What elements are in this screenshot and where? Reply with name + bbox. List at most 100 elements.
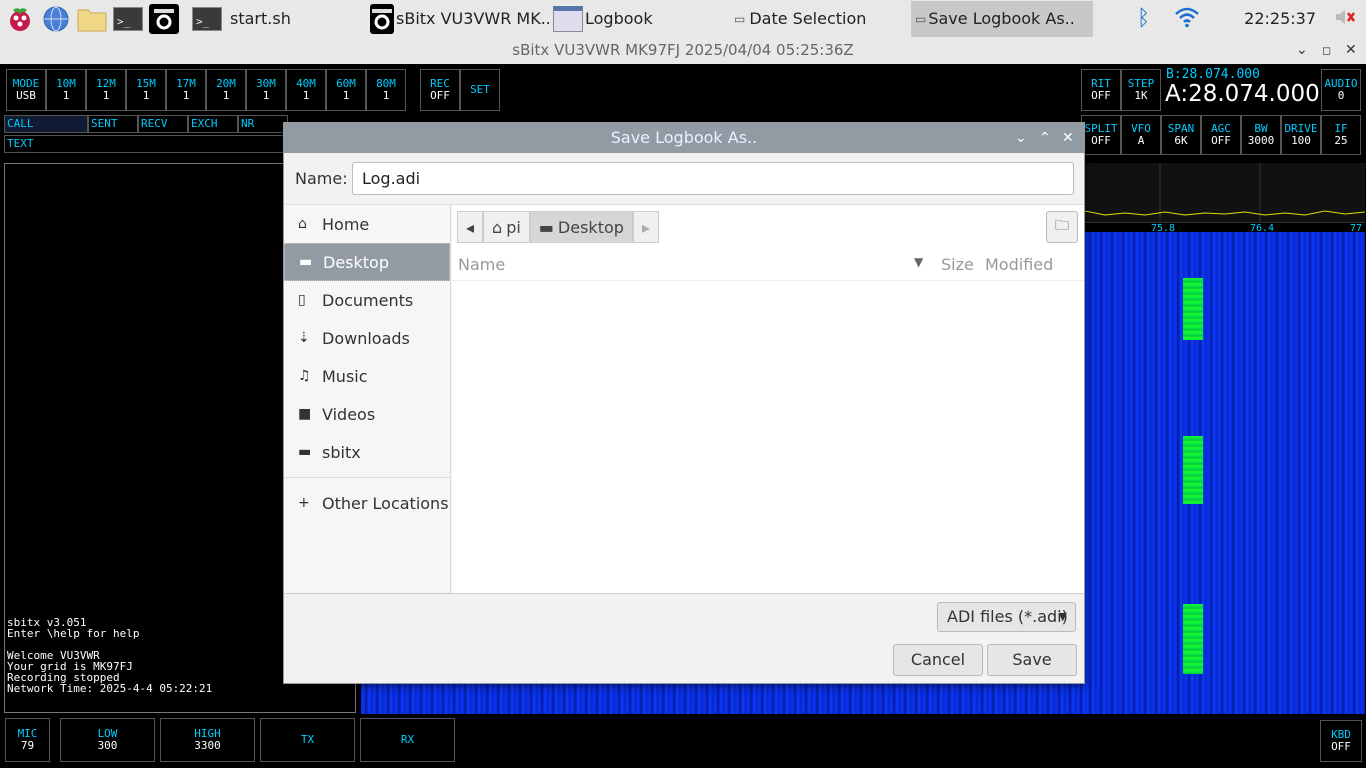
- rit-button[interactable]: RIT OFF: [1081, 69, 1121, 111]
- waterfall-display-lower[interactable]: [361, 684, 1085, 714]
- kbd-value: OFF: [1331, 740, 1351, 753]
- path-back-button[interactable]: ◂: [457, 211, 484, 243]
- wifi-icon[interactable]: [1174, 6, 1200, 32]
- maximize-icon[interactable]: ◻: [1322, 37, 1331, 64]
- button-value: 1: [302, 89, 310, 102]
- button-value: USB: [16, 89, 36, 102]
- task-sbitx[interactable]: sBitx VU3VWR MK...: [366, 1, 549, 37]
- terminal-launcher-icon[interactable]: >_: [112, 4, 144, 34]
- place-label: Downloads: [322, 328, 410, 348]
- sbitx-icon: [370, 3, 394, 34]
- nr-field[interactable]: NR: [238, 115, 288, 133]
- call-field[interactable]: CALL: [4, 115, 88, 133]
- waterfall-display[interactable]: [1085, 232, 1365, 714]
- sbitx-launcher-icon[interactable]: [148, 3, 180, 34]
- task-label: sBitx VU3VWR MK...: [396, 9, 549, 28]
- column-size[interactable]: Size: [941, 255, 974, 274]
- band-button-40m[interactable]: 40M 1: [286, 69, 326, 111]
- control-button-high[interactable]: HIGH 3300: [160, 718, 255, 762]
- band-button-17m[interactable]: 17M 1: [166, 69, 206, 111]
- place-label: Videos: [322, 404, 376, 424]
- path-crumb-pi[interactable]: ⌂ pi: [483, 211, 530, 243]
- control-button-rx[interactable]: RX: [360, 718, 455, 762]
- band-button-15m[interactable]: 15M 1: [126, 69, 166, 111]
- sent-label: SENT: [91, 117, 118, 130]
- control-button-tx[interactable]: TX: [260, 718, 355, 762]
- control-button-span[interactable]: SPAN 6K: [1161, 115, 1201, 155]
- volume-muted-icon[interactable]: [1334, 7, 1356, 31]
- control-button-mic[interactable]: MIC 79: [5, 718, 50, 762]
- task-date-selection[interactable]: ▭ Date Selection: [730, 1, 911, 37]
- dialog-close-icon[interactable]: ✕: [1062, 123, 1074, 153]
- task-label: Save Logbook As..: [928, 9, 1075, 28]
- task-logbook[interactable]: Logbook: [549, 1, 730, 37]
- place-music[interactable]: ♫ Music: [284, 357, 450, 395]
- place-documents[interactable]: ▯ Documents: [284, 281, 450, 319]
- band-button-30m[interactable]: 30M 1: [246, 69, 286, 111]
- spectrum-display[interactable]: [1084, 163, 1366, 223]
- cancel-button[interactable]: Cancel: [893, 644, 983, 676]
- place-desktop[interactable]: ▬ Desktop: [284, 243, 450, 281]
- control-button-split[interactable]: SPLIT OFF: [1081, 115, 1121, 155]
- step-button[interactable]: STEP 1K: [1121, 69, 1161, 111]
- file-manager-icon[interactable]: [76, 4, 108, 34]
- band-button-60m[interactable]: 60M 1: [326, 69, 366, 111]
- band-button-12m[interactable]: 12M 1: [86, 69, 126, 111]
- chevron-left-icon: ◂: [466, 217, 475, 237]
- path-crumb-desktop[interactable]: ▬ Desktop: [529, 211, 633, 243]
- close-icon[interactable]: ✕: [1345, 37, 1357, 64]
- task-save-logbook[interactable]: ▭ Save Logbook As..: [911, 0, 1093, 37]
- place-downloads[interactable]: ⇣ Downloads: [284, 319, 450, 357]
- place-label: sbitx: [322, 442, 361, 462]
- band-button-10m[interactable]: 10M 1: [46, 69, 86, 111]
- task-start-sh[interactable]: >_ start.sh: [188, 1, 366, 37]
- minimize-icon[interactable]: ⌄: [1296, 37, 1308, 64]
- dialog-maximize-icon[interactable]: ⌃: [1039, 123, 1051, 153]
- path-forward-button[interactable]: ▸: [632, 211, 659, 243]
- step-value: 1K: [1134, 89, 1148, 102]
- create-folder-button[interactable]: 🗀: [1046, 211, 1078, 243]
- sort-down-icon[interactable]: ▼: [914, 255, 923, 269]
- window-icon: ▭: [915, 11, 927, 26]
- folder-icon: ▬: [299, 254, 313, 270]
- kbd-button[interactable]: KBD OFF: [1320, 720, 1362, 762]
- text-field[interactable]: TEXT: [4, 135, 288, 153]
- column-name[interactable]: Name: [458, 255, 505, 274]
- exch-field[interactable]: EXCH: [188, 115, 238, 133]
- column-modified[interactable]: Modified: [985, 255, 1053, 274]
- home-icon: ⌂: [298, 216, 307, 232]
- button-value: 3300: [194, 739, 221, 752]
- place-other-locations[interactable]: + Other Locations: [284, 484, 450, 522]
- raspberry-menu-icon[interactable]: [4, 4, 36, 34]
- control-button-drive[interactable]: DRIVE 100: [1281, 115, 1321, 155]
- set-button[interactable]: SET: [460, 69, 500, 111]
- recv-field[interactable]: RECV: [138, 115, 188, 133]
- filename-input[interactable]: Log.adi: [352, 162, 1074, 195]
- control-button-low[interactable]: LOW 300: [60, 718, 155, 762]
- sent-field[interactable]: SENT: [88, 115, 138, 133]
- band-button-80m[interactable]: 80M 1: [366, 69, 406, 111]
- button-value: 79: [20, 739, 35, 752]
- dialog-title: Save Logbook As..: [610, 128, 758, 147]
- control-button-vfo[interactable]: VFO A: [1121, 115, 1161, 155]
- place-videos[interactable]: ■ Videos: [284, 395, 450, 433]
- band-button-mode[interactable]: MODE USB: [6, 69, 46, 111]
- save-button[interactable]: Save: [987, 644, 1077, 676]
- button-value: 1: [102, 89, 110, 102]
- place-home[interactable]: ⌂ Home: [284, 205, 450, 243]
- control-button-bw[interactable]: BW 3000: [1241, 115, 1281, 155]
- band-button-20m[interactable]: 20M 1: [206, 69, 246, 111]
- browser-icon[interactable]: [40, 4, 72, 34]
- place-label: Home: [322, 214, 370, 234]
- rec-button[interactable]: REC OFF: [420, 69, 460, 111]
- control-button-agc[interactable]: AGC OFF: [1201, 115, 1241, 155]
- place-sbitx[interactable]: ▬ sbitx: [284, 433, 450, 471]
- dialog-minimize-icon[interactable]: ⌄: [1015, 123, 1027, 153]
- file-type-dropdown[interactable]: ADI files (*.adi) ▼: [937, 602, 1076, 632]
- audio-button[interactable]: AUDIO 0: [1321, 69, 1361, 111]
- video-icon: ■: [298, 406, 312, 422]
- vfo-a-display[interactable]: A:28.074.000: [1165, 81, 1320, 107]
- places-sidebar: ⌂ Home ▬ Desktop ▯ Documents ⇣ Downloads ♫ Mu…: [284, 205, 451, 593]
- bluetooth-icon[interactable]: ᛒ: [1137, 6, 1150, 31]
- control-button-if[interactable]: IF 25: [1321, 115, 1361, 155]
